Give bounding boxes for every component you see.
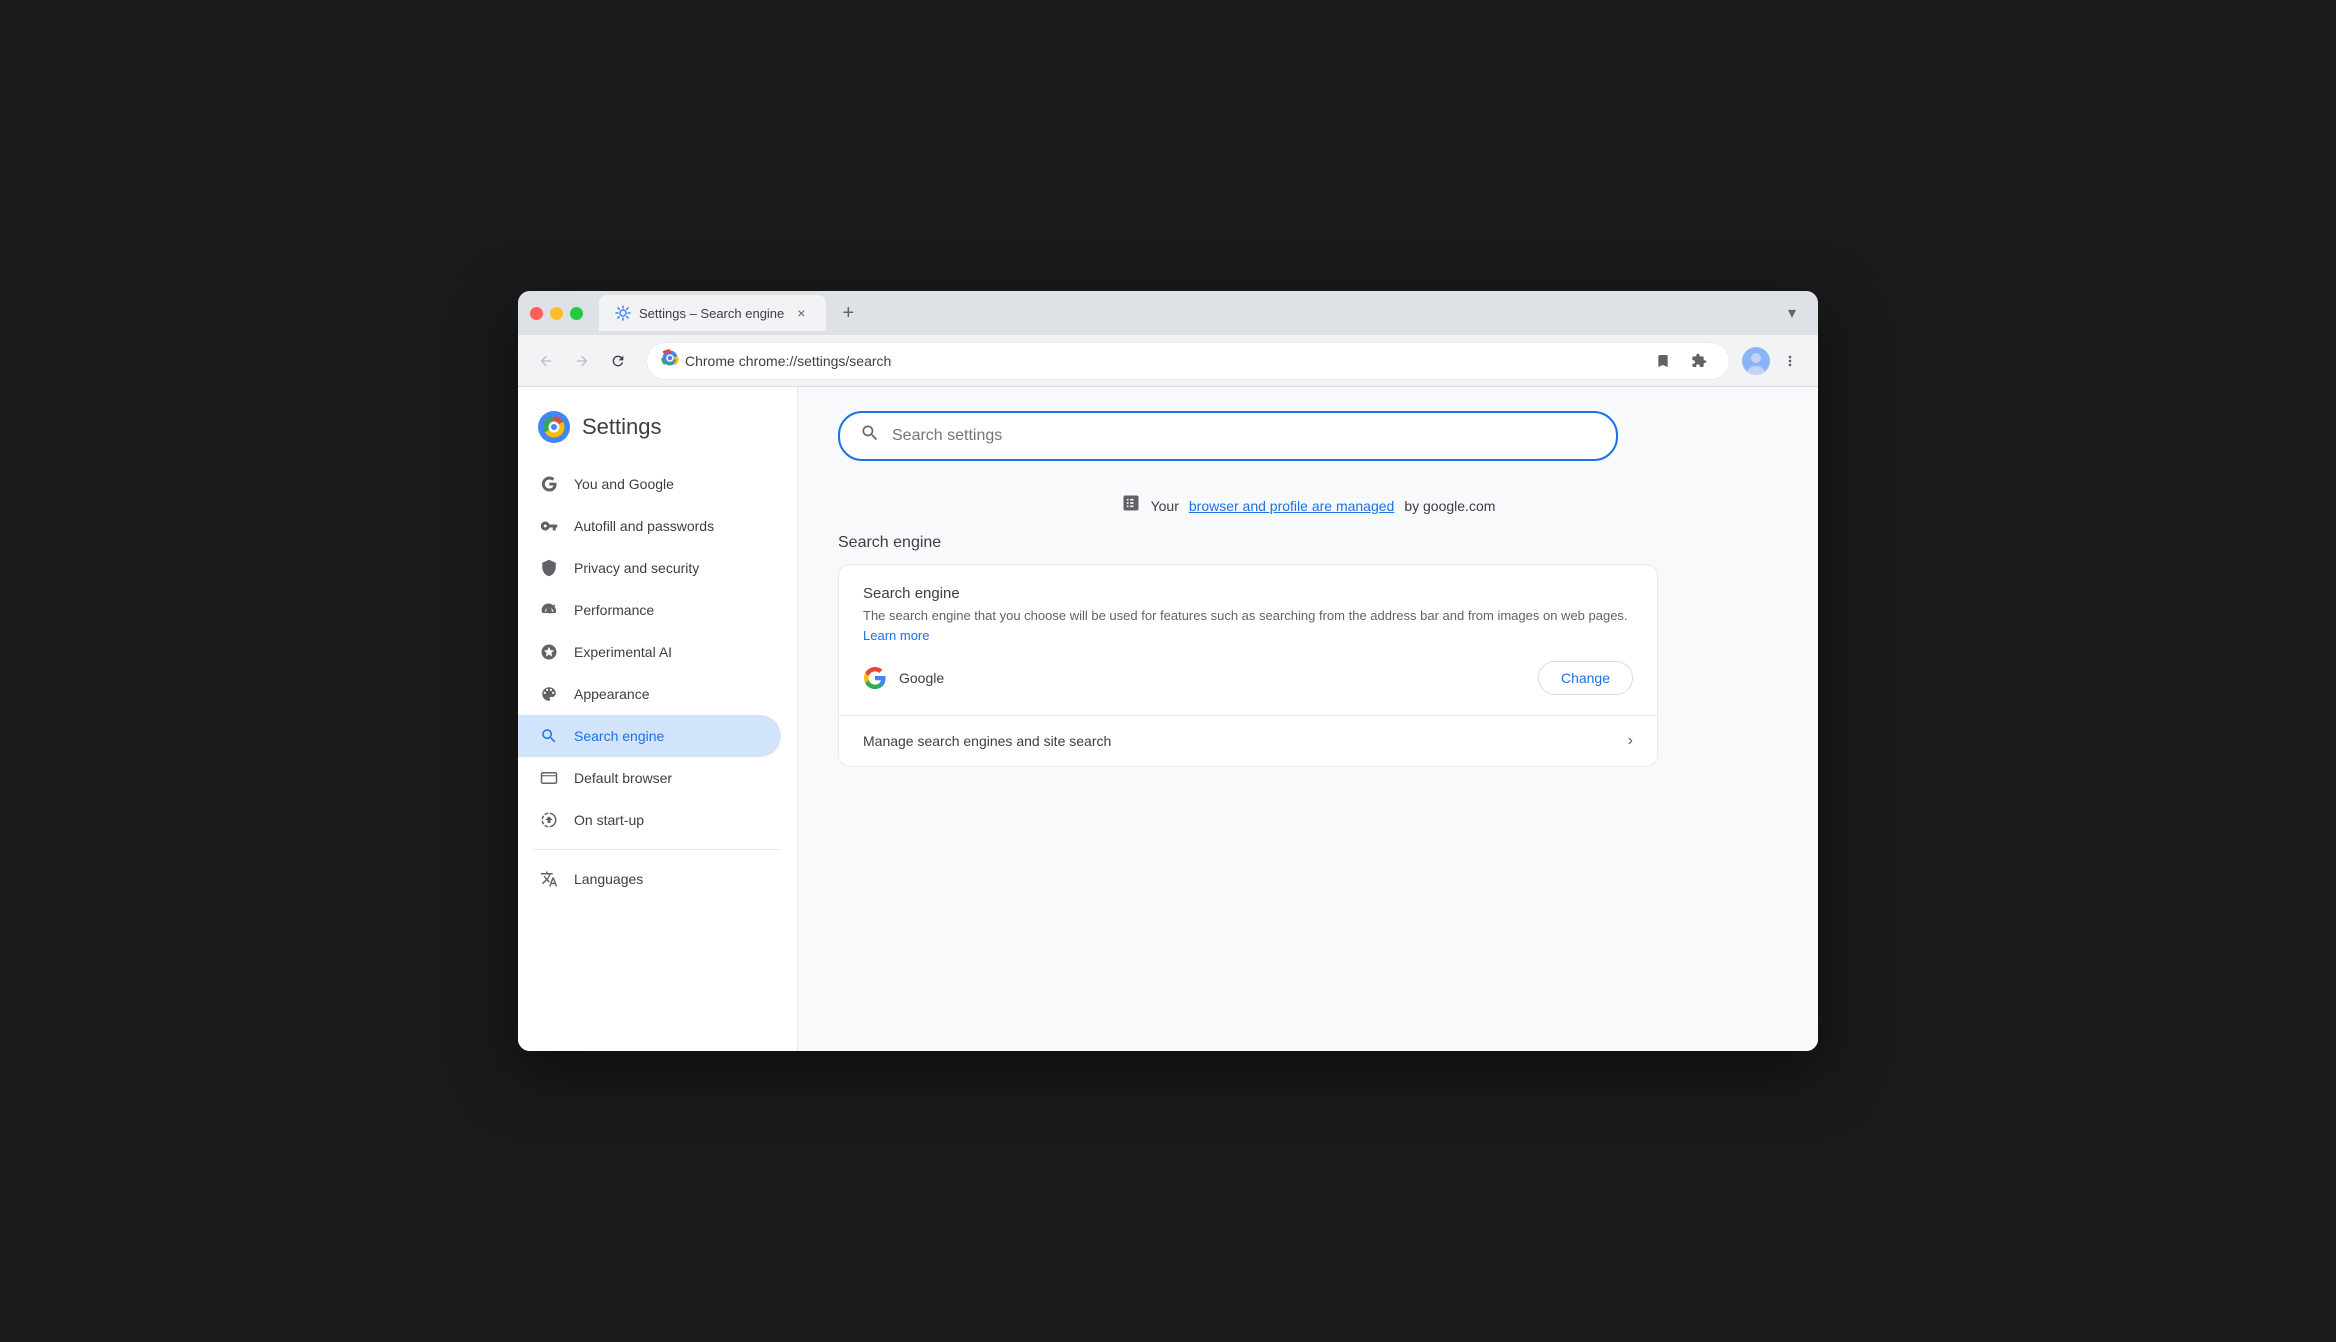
manage-search-engines-row[interactable]: Manage search engines and site search › bbox=[839, 715, 1657, 766]
new-tab-button[interactable]: + bbox=[834, 299, 862, 327]
sidebar-item-privacy[interactable]: Privacy and security bbox=[518, 547, 781, 589]
managed-icon bbox=[1121, 493, 1141, 518]
privacy-icon bbox=[538, 557, 560, 579]
sidebar-autofill-label: Autofill and passwords bbox=[574, 518, 714, 534]
omnibox-url-path: chrome://settings/search bbox=[739, 353, 892, 369]
sidebar-item-on-startup[interactable]: On start-up bbox=[518, 799, 781, 841]
settings-page-title: Settings bbox=[582, 414, 662, 440]
search-engine-card-title: Search engine bbox=[863, 585, 1633, 602]
omnibox-site-name: Chrome bbox=[685, 353, 735, 369]
search-engine-card: Search engine The search engine that you… bbox=[838, 564, 1658, 767]
sidebar-item-experimental-ai[interactable]: Experimental AI bbox=[518, 631, 781, 673]
sidebar-on-startup-label: On start-up bbox=[574, 812, 644, 828]
omnibox-site-icon bbox=[661, 349, 679, 372]
user-avatar[interactable] bbox=[1742, 347, 1770, 375]
omnibox-actions bbox=[1647, 345, 1715, 377]
close-window-button[interactable] bbox=[530, 307, 543, 320]
bookmark-button[interactable] bbox=[1647, 345, 1679, 377]
search-settings-icon bbox=[860, 423, 880, 449]
sidebar-item-search-engine[interactable]: Search engine bbox=[518, 715, 781, 757]
maximize-window-button[interactable] bbox=[570, 307, 583, 320]
browser-window: Settings – Search engine × + ▾ bbox=[518, 291, 1818, 1051]
sidebar-experimental-ai-label: Experimental AI bbox=[574, 644, 672, 660]
experimental-ai-icon bbox=[538, 641, 560, 663]
engine-row: Google Change bbox=[863, 661, 1633, 695]
back-button[interactable] bbox=[530, 345, 562, 377]
managed-text-after: by google.com bbox=[1404, 498, 1495, 514]
sidebar-item-languages[interactable]: Languages bbox=[518, 858, 781, 900]
minimize-window-button[interactable] bbox=[550, 307, 563, 320]
current-engine-name: Google bbox=[899, 670, 1526, 686]
tab-close-button[interactable]: × bbox=[792, 304, 810, 322]
content-area: Your browser and profile are managed by … bbox=[798, 387, 1818, 1051]
search-box-wrapper bbox=[838, 411, 1778, 461]
managed-link[interactable]: browser and profile are managed bbox=[1189, 498, 1394, 514]
toolbar: Chromechrome://settings/search bbox=[518, 335, 1818, 387]
change-engine-button[interactable]: Change bbox=[1538, 661, 1633, 695]
managed-notice: Your browser and profile are managed by … bbox=[838, 485, 1778, 534]
extensions-button[interactable] bbox=[1683, 345, 1715, 377]
search-engine-description-section: Search engine The search engine that you… bbox=[839, 565, 1657, 715]
sidebar-divider bbox=[534, 849, 781, 850]
tab-favicon-icon bbox=[615, 305, 631, 321]
sidebar-search-engine-label: Search engine bbox=[574, 728, 664, 744]
default-browser-icon bbox=[538, 767, 560, 789]
appearance-icon bbox=[538, 683, 560, 705]
tab-dropdown-button[interactable]: ▾ bbox=[1778, 299, 1806, 327]
section-title: Search engine bbox=[838, 534, 1778, 552]
google-g-icon bbox=[863, 666, 887, 690]
search-engine-icon bbox=[538, 725, 560, 747]
sidebar-default-browser-label: Default browser bbox=[574, 770, 672, 786]
sidebar-privacy-label: Privacy and security bbox=[574, 560, 699, 576]
sidebar-item-you-and-google[interactable]: You and Google bbox=[518, 463, 781, 505]
languages-icon bbox=[538, 868, 560, 890]
sidebar-you-and-google-label: You and Google bbox=[574, 476, 674, 492]
tab-title: Settings – Search engine bbox=[639, 306, 784, 321]
active-tab[interactable]: Settings – Search engine × bbox=[599, 295, 826, 331]
main-content: Settings You and Google Autofill and pas… bbox=[518, 387, 1818, 1051]
search-engine-desc-text: The search engine that you choose will b… bbox=[863, 608, 1628, 623]
traffic-lights bbox=[530, 307, 583, 320]
sidebar-performance-label: Performance bbox=[574, 602, 654, 618]
search-settings-box[interactable] bbox=[838, 411, 1618, 461]
managed-text-before: Your bbox=[1151, 498, 1179, 514]
chevron-right-icon: › bbox=[1628, 732, 1633, 750]
manage-search-engines-label: Manage search engines and site search bbox=[863, 733, 1111, 749]
you-and-google-icon bbox=[538, 473, 560, 495]
on-startup-icon bbox=[538, 809, 560, 831]
learn-more-link[interactable]: Learn more bbox=[863, 628, 929, 643]
sidebar-item-appearance[interactable]: Appearance bbox=[518, 673, 781, 715]
autofill-icon bbox=[538, 515, 560, 537]
omnibox[interactable]: Chromechrome://settings/search bbox=[646, 342, 1730, 380]
forward-button[interactable] bbox=[566, 345, 598, 377]
sidebar-item-performance[interactable]: Performance bbox=[518, 589, 781, 631]
sidebar-languages-label: Languages bbox=[574, 871, 643, 887]
chrome-logo bbox=[538, 411, 570, 443]
reload-button[interactable] bbox=[602, 345, 634, 377]
sidebar-appearance-label: Appearance bbox=[574, 686, 650, 702]
sidebar: Settings You and Google Autofill and pas… bbox=[518, 387, 798, 1051]
menu-button[interactable] bbox=[1774, 345, 1806, 377]
search-settings-input[interactable] bbox=[892, 427, 1596, 445]
sidebar-item-autofill[interactable]: Autofill and passwords bbox=[518, 505, 781, 547]
settings-header: Settings bbox=[518, 403, 797, 463]
omnibox-url: Chromechrome://settings/search bbox=[685, 353, 1641, 369]
title-bar: Settings – Search engine × + ▾ bbox=[518, 291, 1818, 335]
search-engine-card-desc: The search engine that you choose will b… bbox=[863, 606, 1633, 645]
performance-icon bbox=[538, 599, 560, 621]
sidebar-item-default-browser[interactable]: Default browser bbox=[518, 757, 781, 799]
